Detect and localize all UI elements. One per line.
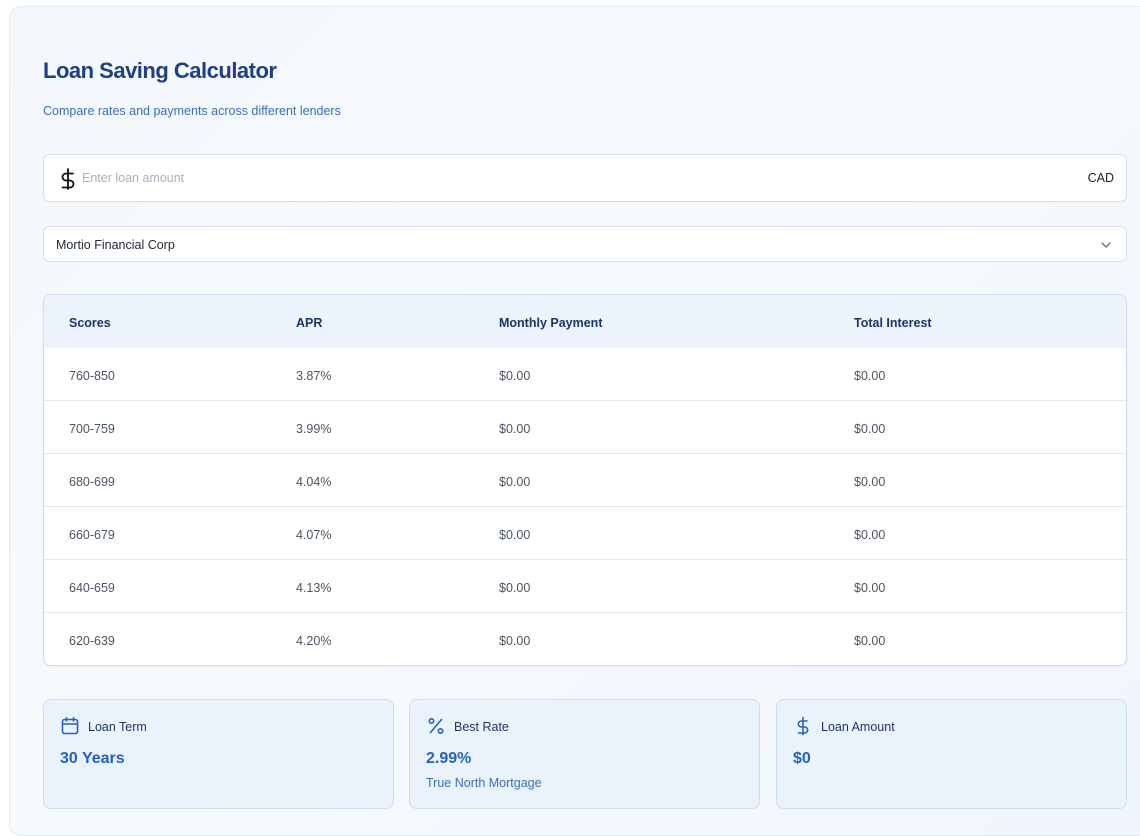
table-header-row: Scores APR Monthly Payment Total Interes… <box>44 295 1126 348</box>
dollar-icon <box>61 168 75 190</box>
best-rate-card: Best Rate 2.99% True North Mortgage <box>409 699 760 809</box>
table-row: 680-699 4.04% $0.00 $0.00 <box>44 454 1126 507</box>
total-interest-cell: $0.00 <box>854 475 886 489</box>
loan-amount-value: $0 <box>793 750 811 767</box>
score-range-cell: 640-659 <box>69 581 115 595</box>
monthly-payment-cell: $0.00 <box>499 634 531 648</box>
monthly-payment-cell: $0.00 <box>499 581 531 595</box>
score-range-cell: 660-679 <box>69 528 115 542</box>
table-row: 760-850 3.87% $0.00 $0.00 <box>44 348 1126 401</box>
apr-cell: 3.99% <box>296 422 332 436</box>
lender-select[interactable]: Mortio Financial Corp <box>43 226 1127 262</box>
page-title: Loan Saving Calculator <box>43 58 277 83</box>
score-range-cell: 620-639 <box>69 634 115 648</box>
table-row: 700-759 3.99% $0.00 $0.00 <box>44 401 1126 454</box>
dollar-icon <box>797 716 809 736</box>
page-subtitle: Compare rates and payments across differ… <box>43 104 341 118</box>
monthly-payment-cell: $0.00 <box>499 528 531 542</box>
loan-term-card: Loan Term 30 Years <box>43 699 394 809</box>
column-header-total-interest: Total Interest <box>854 316 932 330</box>
score-range-cell: 760-850 <box>69 369 115 383</box>
lender-select-value: Mortio Financial Corp <box>56 238 175 252</box>
column-header-monthly-payment: Monthly Payment <box>499 316 603 330</box>
apr-cell: 4.13% <box>296 581 332 595</box>
loan-amount-label: Loan Amount <box>821 720 895 734</box>
loan-amount-card: Loan Amount $0 <box>776 699 1127 809</box>
currency-label: CAD <box>1087 171 1114 185</box>
loan-amount-input[interactable] <box>82 163 1062 193</box>
monthly-payment-cell: $0.00 <box>499 369 531 383</box>
calendar-icon <box>61 717 79 735</box>
total-interest-cell: $0.00 <box>854 528 886 542</box>
monthly-payment-cell: $0.00 <box>499 422 531 436</box>
apr-cell: 3.87% <box>296 369 332 383</box>
chevron-down-icon <box>1101 242 1111 248</box>
best-rate-label: Best Rate <box>454 720 509 734</box>
column-header-apr: APR <box>296 316 323 330</box>
total-interest-cell: $0.00 <box>854 634 886 648</box>
table-row: 640-659 4.13% $0.00 $0.00 <box>44 560 1126 613</box>
apr-cell: 4.20% <box>296 634 332 648</box>
loan-amount-field[interactable]: CAD <box>43 154 1127 202</box>
score-range-cell: 680-699 <box>69 475 115 489</box>
loan-term-label: Loan Term <box>88 720 147 734</box>
score-range-cell: 700-759 <box>69 422 115 436</box>
table-row: 620-639 4.20% $0.00 $0.00 <box>44 613 1126 665</box>
total-interest-cell: $0.00 <box>854 369 886 383</box>
best-rate-lender: True North Mortgage <box>426 776 542 790</box>
apr-cell: 4.04% <box>296 475 332 489</box>
table-row: 660-679 4.07% $0.00 $0.00 <box>44 507 1126 560</box>
best-rate-value: 2.99% <box>426 750 472 767</box>
total-interest-cell: $0.00 <box>854 581 886 595</box>
percent-icon <box>428 717 444 735</box>
loan-term-value: 30 Years <box>60 750 125 767</box>
column-header-scores: Scores <box>69 316 111 330</box>
monthly-payment-cell: $0.00 <box>499 475 531 489</box>
total-interest-cell: $0.00 <box>854 422 886 436</box>
rates-table: Scores APR Monthly Payment Total Interes… <box>43 294 1127 666</box>
apr-cell: 4.07% <box>296 528 332 542</box>
